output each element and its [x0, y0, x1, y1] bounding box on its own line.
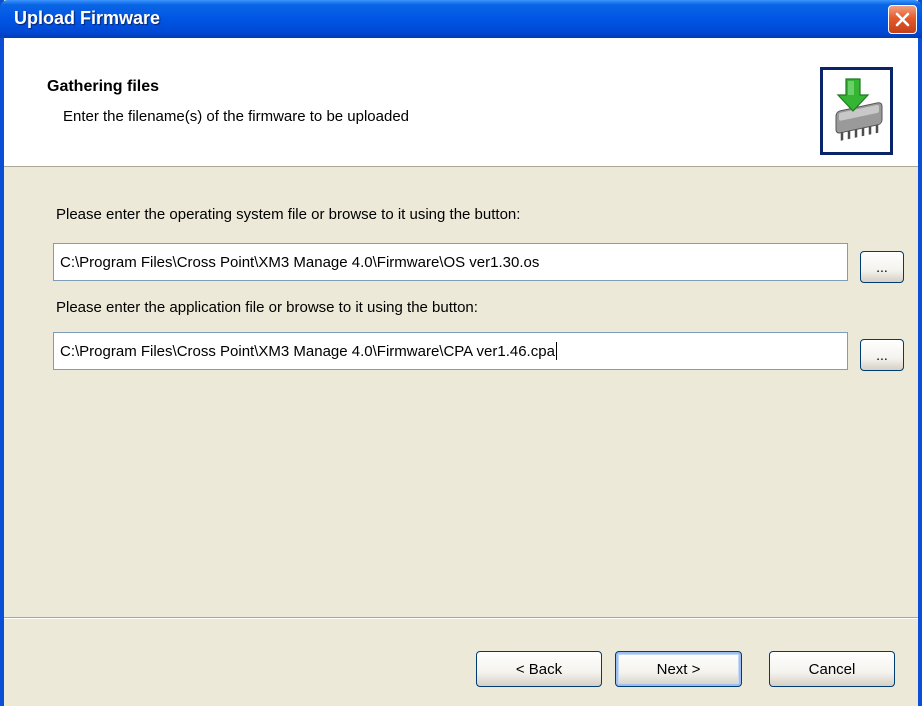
back-button[interactable]: < Back [476, 651, 602, 687]
title-bar[interactable]: Upload Firmware [0, 0, 922, 38]
os-browse-button[interactable]: ... [860, 251, 904, 283]
app-file-value: C:\Program Files\Cross Point\XM3 Manage … [60, 342, 555, 360]
footer-separator [4, 617, 918, 619]
cancel-button[interactable]: Cancel [769, 651, 895, 687]
close-button[interactable] [888, 5, 917, 34]
os-file-input[interactable]: C:\Program Files\Cross Point\XM3 Manage … [53, 243, 848, 281]
os-file-label: Please enter the operating system file o… [56, 206, 521, 223]
header-subtitle: Enter the filename(s) of the firmware to… [63, 108, 410, 125]
firmware-chip-download-icon [820, 67, 893, 155]
app-browse-button[interactable]: ... [860, 339, 904, 371]
close-icon [895, 12, 910, 27]
app-file-input[interactable]: C:\Program Files\Cross Point\XM3 Manage … [53, 332, 848, 370]
wizard-header: Gathering files Enter the filename(s) of… [4, 38, 918, 167]
next-button[interactable]: Next > [615, 651, 742, 687]
os-file-value: C:\Program Files\Cross Point\XM3 Manage … [60, 253, 540, 271]
text-caret [555, 342, 557, 360]
upload-firmware-dialog: Upload Firmware Gathering files Enter th… [0, 0, 922, 706]
header-title: Gathering files [47, 78, 160, 95]
app-file-label: Please enter the application file or bro… [56, 299, 478, 316]
window-title: Upload Firmware [14, 8, 161, 28]
